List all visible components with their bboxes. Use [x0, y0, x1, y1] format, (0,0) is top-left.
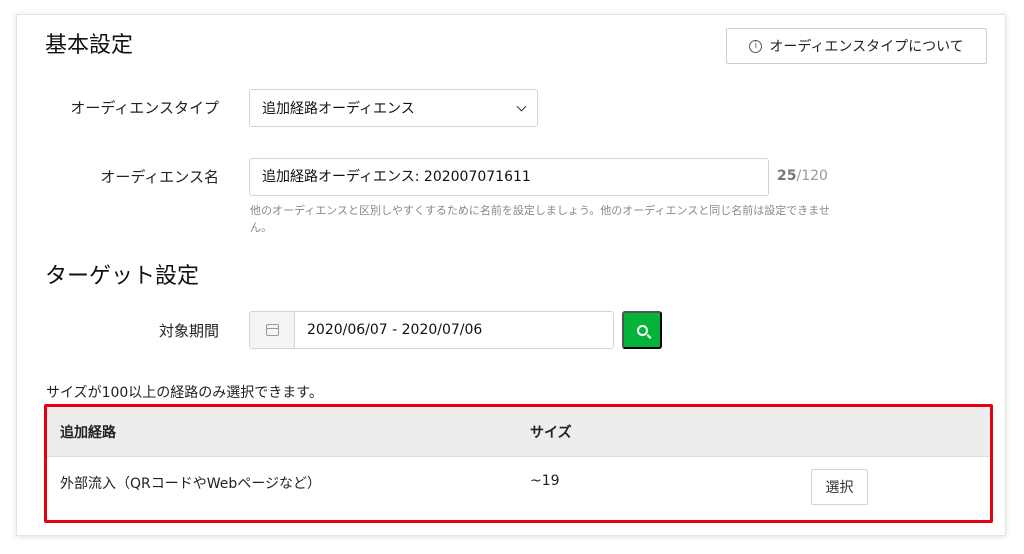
counter-current: 25 — [777, 168, 797, 184]
audience-name-help-text: 他のオーディエンスと区別しやすくするために名前を設定しましょう。他のオーディエン… — [250, 204, 830, 234]
period-label: 対象期間 — [158, 322, 219, 340]
period-search-button[interactable] — [622, 311, 662, 349]
info-button-label: オーディエンスタイプについて — [769, 39, 964, 55]
calendar-icon — [265, 324, 279, 336]
basic-settings-title: 基本設定 — [45, 33, 134, 58]
audience-type-label: オーディエンスタイプ — [70, 99, 219, 117]
route-table: 追加経路 サイズ 外部流入（QRコードやWebページなど） ~19 選択 — [44, 404, 993, 523]
calendar-button[interactable] — [250, 312, 295, 348]
search-icon — [636, 324, 648, 336]
route-size-cell: ~19 — [530, 473, 560, 489]
period-date-range-input[interactable]: 2020/06/07 - 2020/07/06 — [249, 311, 614, 349]
counter-max: /120 — [796, 168, 828, 184]
route-size-note: サイズが100以上の経路のみ選択できます。 — [46, 385, 323, 401]
period-value: 2020/06/07 - 2020/07/06 — [307, 322, 483, 338]
target-settings-title: ターゲット設定 — [45, 264, 200, 289]
column-header-size: サイズ — [530, 425, 572, 441]
chevron-down-icon — [516, 101, 527, 111]
audience-name-input[interactable]: 追加経路オーディエンス: 202007071611 — [249, 158, 769, 196]
column-header-route: 追加経路 — [60, 425, 116, 441]
info-icon: i — [749, 39, 763, 53]
name-char-counter: 25/120 — [777, 168, 828, 184]
audience-type-select[interactable]: 追加経路オーディエンス — [249, 89, 538, 127]
audience-type-value: 追加経路オーディエンス — [262, 101, 415, 117]
audience-type-info-button[interactable]: i オーディエンスタイプについて — [726, 28, 987, 64]
route-name-cell: 外部流入（QRコードやWebページなど） — [60, 476, 321, 492]
audience-name-label: オーディエンス名 — [100, 168, 219, 186]
select-route-button[interactable]: 選択 — [811, 469, 868, 505]
audience-settings-card: 基本設定 i オーディエンスタイプについて オーディエンスタイプ 追加経路オーデ… — [16, 14, 1006, 536]
route-table-header: 追加経路 サイズ — [47, 407, 990, 457]
